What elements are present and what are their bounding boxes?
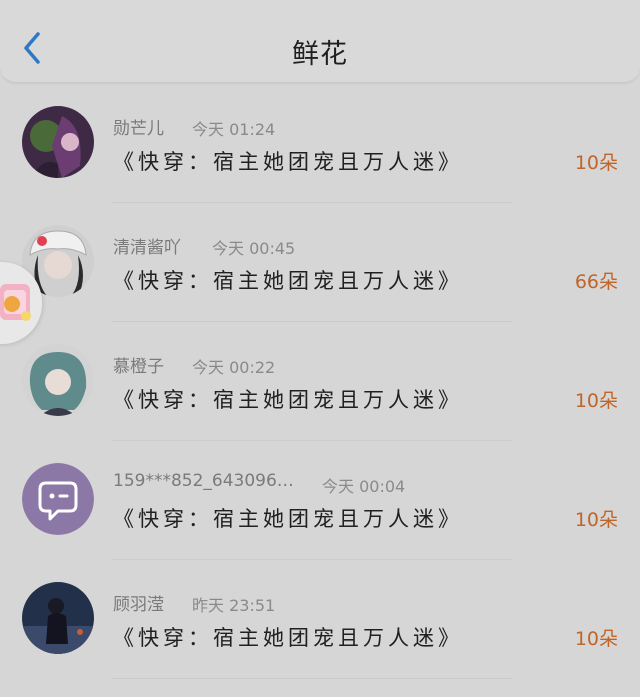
floating-gift-button[interactable] xyxy=(0,262,42,344)
book-title: 《快穿：宿主她团宠且万人迷》 xyxy=(113,269,463,293)
default-chat-avatar-icon[interactable] xyxy=(22,463,94,535)
flower-gift-list: 勋芒儿 今天 01:24 《快穿：宿主她团宠且万人迷》 10朵 清清酱吖 今天 … xyxy=(0,84,640,679)
book-title: 《快穿：宿主她团宠且万人迷》 xyxy=(113,507,463,531)
timestamp: 今天 01:24 xyxy=(192,120,276,139)
divider xyxy=(112,678,512,679)
sender-name: 清清酱吖 xyxy=(113,238,181,258)
sender-name: 勋芒儿 xyxy=(113,119,164,139)
timestamp: 今天 00:04 xyxy=(322,477,406,496)
avatar[interactable] xyxy=(22,582,94,654)
avatar[interactable] xyxy=(22,106,94,178)
flower-count: 10朵 xyxy=(574,152,618,174)
top-bar: 鲜花 xyxy=(0,0,640,83)
page-title: 鲜花 xyxy=(292,39,348,70)
gift-icon xyxy=(0,284,31,321)
sender-name: 159***852_643096… xyxy=(113,471,294,491)
sender-name: 顾羽滢 xyxy=(113,595,164,615)
flower-count: 10朵 xyxy=(574,390,618,412)
sender-name: 慕橙子 xyxy=(113,357,164,377)
list-item[interactable]: 清清酱吖 今天 00:45 《快穿：宿主她团宠且万人迷》 66朵 xyxy=(0,203,640,322)
timestamp: 今天 00:45 xyxy=(212,239,296,258)
avatar[interactable] xyxy=(22,344,94,416)
flower-count: 10朵 xyxy=(574,628,618,650)
list-item[interactable]: 159***852_643096… 今天 00:04 《快穿：宿主她团宠且万人迷… xyxy=(0,441,640,560)
list-item[interactable]: 勋芒儿 今天 01:24 《快穿：宿主她团宠且万人迷》 10朵 xyxy=(0,84,640,203)
timestamp: 今天 00:22 xyxy=(192,358,276,377)
book-title: 《快穿：宿主她团宠且万人迷》 xyxy=(113,626,463,650)
flower-count: 66朵 xyxy=(574,271,618,293)
list-item[interactable]: 慕橙子 今天 00:22 《快穿：宿主她团宠且万人迷》 10朵 xyxy=(0,322,640,441)
book-title: 《快穿：宿主她团宠且万人迷》 xyxy=(113,150,463,174)
timestamp: 昨天 23:51 xyxy=(192,596,276,615)
list-item[interactable]: 顾羽滢 昨天 23:51 《快穿：宿主她团宠且万人迷》 10朵 xyxy=(0,560,640,679)
flower-count: 10朵 xyxy=(574,509,618,531)
book-title: 《快穿：宿主她团宠且万人迷》 xyxy=(113,388,463,412)
